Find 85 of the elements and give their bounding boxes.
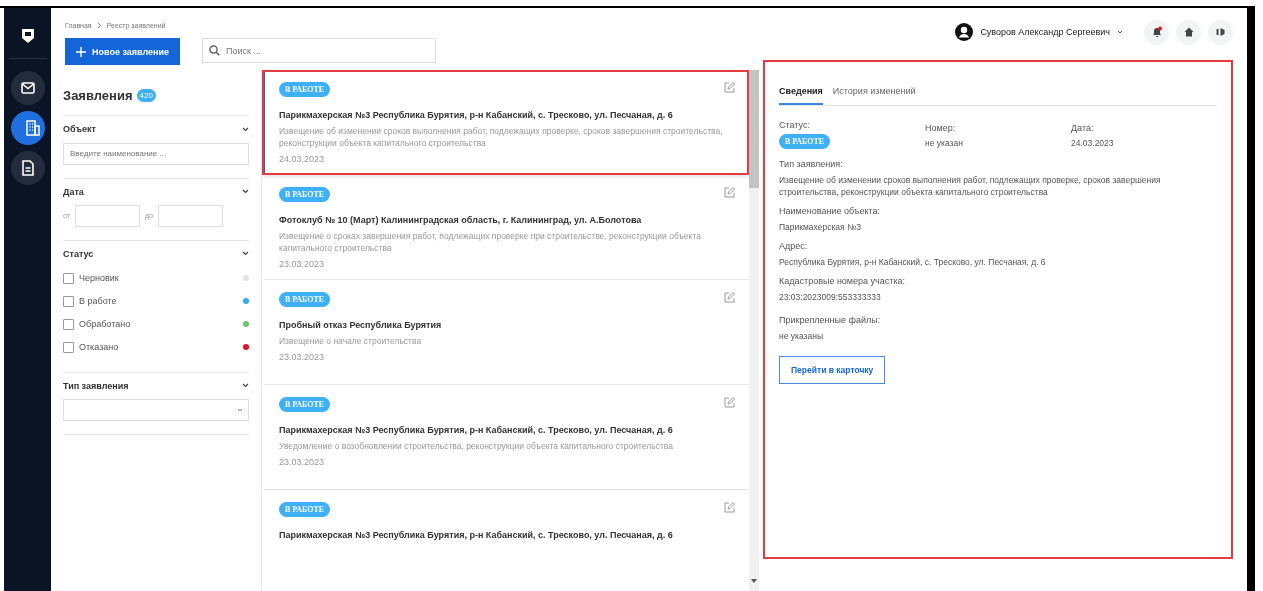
- status-badge: В РАБОТЕ: [279, 187, 331, 202]
- chevron-down-icon[interactable]: [242, 251, 249, 256]
- building-icon[interactable]: [10, 111, 45, 145]
- application-title: Пробный отказ Республика Бурятия: [279, 320, 443, 330]
- application-title: Парикмахерская №3 Республика Бурятия, р-н Кабанский, с. Тресково, ул. Песчаная, д. 6: [279, 530, 674, 540]
- application-type: Извещение о сроках завершения работ, подлежащих проверке при строительстве, реконструкции объекта капитального строительства: [279, 230, 702, 254]
- field-value: не указаны: [779, 330, 824, 342]
- chevron-right-icon: [96, 22, 102, 29]
- shield-logo-icon[interactable]: [20, 28, 35, 44]
- field-label: Прикрепленные файлы:: [779, 315, 882, 325]
- filter-label: Тип заявления: [63, 380, 129, 391]
- application-title: Парикмахерская №3 Республика Бурятия, р-н Кабанский, с. Тресково, ул. Песчаная, д. 6: [279, 110, 674, 120]
- status-badge: В РАБОТЕ: [279, 397, 331, 412]
- edit-icon[interactable]: [724, 292, 735, 303]
- status-option-label[interactable]: В работе: [79, 296, 238, 306]
- chevron-down-icon[interactable]: [242, 383, 249, 388]
- date-from-field[interactable]: [74, 204, 140, 227]
- search-icon: [209, 45, 221, 56]
- field-label: Кадастровые номера участка:: [779, 276, 907, 286]
- home-icon[interactable]: [1176, 19, 1201, 45]
- new-application-button[interactable]: Новое заявление: [65, 38, 181, 65]
- status-badge: В РАБОТЕ: [779, 134, 831, 149]
- status-option-label[interactable]: Черновик: [79, 273, 238, 283]
- tab[interactable]: История изменений: [832, 86, 916, 105]
- field-value: Республика Бурятия, р-н Кабанский, с. Тресково, ул. Песчаная, д. 6: [779, 256, 1047, 268]
- mail-icon[interactable]: [10, 71, 45, 105]
- filter-label: Дата: [63, 186, 84, 197]
- application-date: 24.03.2023: [279, 154, 326, 164]
- application-card[interactable]: В РАБОТЕ Пробный отказ Республика Бурятия Извещение о начале строительства 23.03.2023: [262, 280, 749, 385]
- filter-label: Объект: [63, 124, 96, 134]
- number-label: Номер:: [925, 123, 957, 133]
- scroll-down-arrow-icon[interactable]: [751, 579, 757, 583]
- date-label: Дата:: [1071, 123, 1095, 133]
- checkbox[interactable]: [63, 318, 74, 330]
- scrollbar-thumb[interactable]: [749, 70, 759, 188]
- chevron-down-icon[interactable]: [242, 189, 249, 194]
- count-badge: 420: [136, 89, 156, 102]
- field-value: Парикмахерская №3: [779, 221, 862, 233]
- application-date: 23.03.2023: [279, 259, 326, 269]
- checkbox[interactable]: [63, 272, 74, 284]
- application-type: Извещение о начале строительства: [279, 335, 423, 347]
- edit-icon[interactable]: [724, 82, 735, 93]
- open-card-button[interactable]: Перейти в карточку: [779, 356, 886, 384]
- application-card[interactable]: В РАБОТЕ Парикмахерская №3 Республика Бурятия, р-н Кабанский, с. Тресково, ул. Песчаная, д. 6 Уведомление о возобновлении строительства, реконструкции объекта капитального строительства 23.03.2023: [262, 385, 749, 490]
- tab[interactable]: Сведения: [779, 86, 823, 105]
- field-label: Наименование объекта:: [779, 206, 881, 216]
- application-type: Извещение об изменении сроков выполнения работ, подлежащих проверке, сроков завершения строительства, реконструкции объекта капитального строительства: [279, 125, 724, 149]
- chevron-down-icon[interactable]: [242, 126, 249, 132]
- scrollbar[interactable]: [749, 70, 759, 591]
- status-badge: В РАБОТЕ: [279, 82, 331, 97]
- user-menu[interactable]: Суворов Александр Сергеевич: [955, 23, 1123, 41]
- application-type: Уведомление о возобновлении строительства, реконструкции объекта капитального строительства: [279, 440, 674, 452]
- avatar-icon: [955, 23, 974, 41]
- date-to-field[interactable]: [157, 204, 223, 227]
- status-badge: В РАБОТЕ: [279, 502, 331, 517]
- field-label: Адрес:: [779, 241, 809, 251]
- checkbox[interactable]: [63, 341, 74, 353]
- number-value: не указан: [925, 137, 964, 149]
- object-name-field[interactable]: Введите наименование ...: [63, 142, 249, 165]
- chevron-down-icon: [237, 407, 243, 412]
- application-date: 23.03.2023: [279, 457, 326, 467]
- notification-bell-icon[interactable]: [1144, 19, 1169, 45]
- panel-title: Заявления: [63, 88, 133, 103]
- edit-icon[interactable]: [724, 397, 735, 408]
- plus-icon: [76, 46, 86, 57]
- field-label: Тип заявления:: [779, 159, 844, 169]
- checkbox[interactable]: [63, 295, 74, 307]
- date-value: 24.03.2023: [1071, 137, 1115, 149]
- status-option-label[interactable]: Обработано: [79, 319, 238, 329]
- application-title: Фотоклуб № 10 (Март) Калининградская область, г. Калининград, ул. А.Болотова: [279, 215, 643, 225]
- status-option-label[interactable]: Отказано: [79, 342, 238, 352]
- chevron-down-icon: [1117, 30, 1123, 34]
- application-card[interactable]: [262, 70, 749, 175]
- edit-icon[interactable]: [724, 187, 735, 198]
- logout-icon[interactable]: [1208, 19, 1233, 45]
- status-badge: В РАБОТЕ: [279, 292, 331, 307]
- filter-label: Статус: [63, 248, 94, 259]
- field-value: 23:03:2023009:553333333: [779, 291, 882, 303]
- application-title: Парикмахерская №3 Республика Бурятия, р-н Кабанский, с. Тресково, ул. Песчаная, д. 6: [279, 425, 674, 435]
- document-icon[interactable]: [10, 151, 45, 185]
- search-field[interactable]: Поиск ...: [202, 38, 437, 63]
- edit-icon[interactable]: [724, 502, 735, 513]
- status-label: Статус:: [779, 120, 811, 130]
- application-date: 23.03.2023: [279, 352, 326, 362]
- field-value: Извещение об изменении сроков выполнения работ, подлежащих проверке, сроков завершения строительства, реконструкции объекта капитального строительства: [779, 174, 1162, 198]
